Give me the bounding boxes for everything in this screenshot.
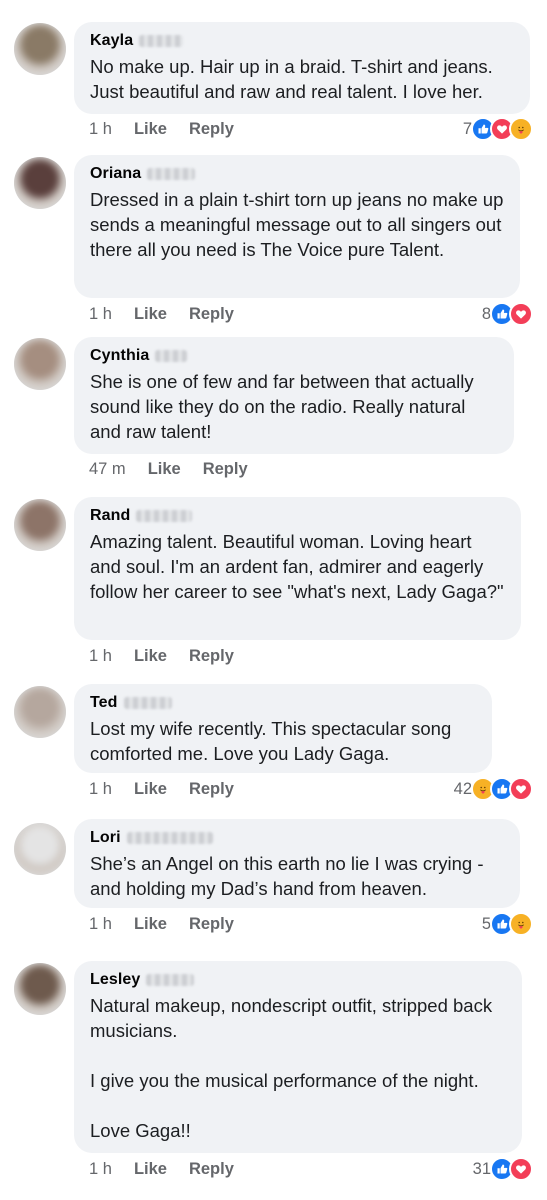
author-row: Ted <box>90 692 476 714</box>
reply-button[interactable]: Reply <box>189 1160 234 1179</box>
love-icon <box>509 302 533 326</box>
comment-text: She’s an Angel on this earth no lie I wa… <box>90 853 484 899</box>
like-button[interactable]: Like <box>134 647 167 666</box>
like-button[interactable]: Like <box>134 780 167 799</box>
comment-text: Amazing talent. Beautiful woman. Loving … <box>90 531 504 602</box>
redacted-surname <box>123 697 172 709</box>
author-name[interactable]: Lori <box>90 829 121 847</box>
comment-actions: 1 h Like Reply <box>89 913 234 935</box>
author-name[interactable]: Lesley <box>90 971 140 989</box>
timestamp[interactable]: 1 h <box>89 305 112 324</box>
timestamp[interactable]: 1 h <box>89 647 112 666</box>
reply-button[interactable]: Reply <box>189 780 234 799</box>
redacted-surname <box>146 974 195 986</box>
comment-text: Dressed in a plain t-shirt torn up jeans… <box>90 189 504 260</box>
reply-button[interactable]: Reply <box>189 647 234 666</box>
reaction-count: 42 <box>453 779 472 798</box>
author-row: Kayla <box>90 30 514 52</box>
care-icon <box>509 912 533 936</box>
avatar-image <box>14 157 66 209</box>
comment-text: She is one of few and far between that a… <box>90 371 474 442</box>
redacted-surname <box>147 168 196 180</box>
avatar[interactable] <box>14 23 66 75</box>
comment-actions: 1 h Like Reply <box>89 778 234 800</box>
comment-bubble: Kayla No make up. Hair up in a braid. T-s… <box>74 22 530 114</box>
like-button[interactable]: Like <box>148 460 181 479</box>
redacted-surname <box>155 350 188 362</box>
love-icon <box>509 777 533 801</box>
author-name[interactable]: Cynthia <box>90 347 149 365</box>
comment-text: Lost my wife recently. This spectacular … <box>90 718 452 764</box>
comment-bubble: Ted Lost my wife recently. This spectacul… <box>74 684 492 773</box>
comment-text: Natural makeup, nondescript outfit, stri… <box>90 995 493 1141</box>
like-button[interactable]: Like <box>134 120 167 139</box>
author-row: Lori <box>90 827 504 849</box>
like-button[interactable]: Like <box>134 1160 167 1179</box>
author-row: Cynthia <box>90 345 498 367</box>
reactions-summary[interactable]: 5 <box>482 912 533 936</box>
author-name[interactable]: Rand <box>90 507 130 525</box>
redacted-surname <box>139 35 184 47</box>
author-row: Rand <box>90 505 505 527</box>
timestamp[interactable]: 1 h <box>89 780 112 799</box>
comment-actions: 1 h Like Reply <box>89 645 234 667</box>
comment-bubble: Rand Amazing talent. Beautiful woman. Lov… <box>74 497 521 640</box>
author-name[interactable]: Ted <box>90 694 118 712</box>
reply-button[interactable]: Reply <box>189 120 234 139</box>
reactions-summary[interactable]: 8 <box>482 302 533 326</box>
timestamp[interactable]: 1 h <box>89 915 112 934</box>
redacted-surname <box>126 832 213 844</box>
reactions-summary[interactable]: 42 <box>454 777 533 801</box>
avatar[interactable] <box>14 338 66 390</box>
reaction-count: 31 <box>472 1159 491 1178</box>
comment-actions: 1 h Like Reply <box>89 1158 234 1180</box>
avatar[interactable] <box>14 157 66 209</box>
avatar-image <box>14 338 66 390</box>
like-button[interactable]: Like <box>134 915 167 934</box>
avatar[interactable] <box>14 686 66 738</box>
comment-bubble: Lesley Natural makeup, nondescript outfit… <box>74 961 522 1153</box>
reactions-summary[interactable]: 7 <box>463 117 533 141</box>
avatar-image <box>14 499 66 551</box>
reply-button[interactable]: Reply <box>189 915 234 934</box>
comment-actions: 47 m Like Reply <box>89 458 248 480</box>
redacted-surname <box>136 510 193 522</box>
comment-actions: 1 h Like Reply <box>89 303 234 325</box>
avatar-image <box>14 823 66 875</box>
comment-bubble: Lori She’s an Angel on this earth no lie … <box>74 819 520 908</box>
comment-text: No make up. Hair up in a braid. T-shirt … <box>90 56 493 102</box>
avatar-image <box>14 23 66 75</box>
comment-bubble: Cynthia She is one of few and far between… <box>74 337 514 454</box>
reply-button[interactable]: Reply <box>203 460 248 479</box>
reply-button[interactable]: Reply <box>189 305 234 324</box>
comment-feed: Kayla No make up. Hair up in a braid. T-s… <box>0 0 547 1200</box>
author-name[interactable]: Kayla <box>90 32 133 50</box>
timestamp[interactable]: 47 m <box>89 460 126 479</box>
love-icon <box>509 1157 533 1181</box>
avatar[interactable] <box>14 963 66 1015</box>
care-icon <box>509 117 533 141</box>
avatar-image <box>14 686 66 738</box>
like-button[interactable]: Like <box>134 305 167 324</box>
comment-bubble: Oriana Dressed in a plain t-shirt torn up… <box>74 155 520 298</box>
avatar[interactable] <box>14 499 66 551</box>
timestamp[interactable]: 1 h <box>89 120 112 139</box>
comment-actions: 1 h Like Reply <box>89 118 234 140</box>
author-row: Oriana <box>90 163 504 185</box>
author-row: Lesley <box>90 969 506 991</box>
timestamp[interactable]: 1 h <box>89 1160 112 1179</box>
avatar-image <box>14 963 66 1015</box>
reactions-summary[interactable]: 31 <box>473 1157 533 1181</box>
author-name[interactable]: Oriana <box>90 165 141 183</box>
avatar[interactable] <box>14 823 66 875</box>
